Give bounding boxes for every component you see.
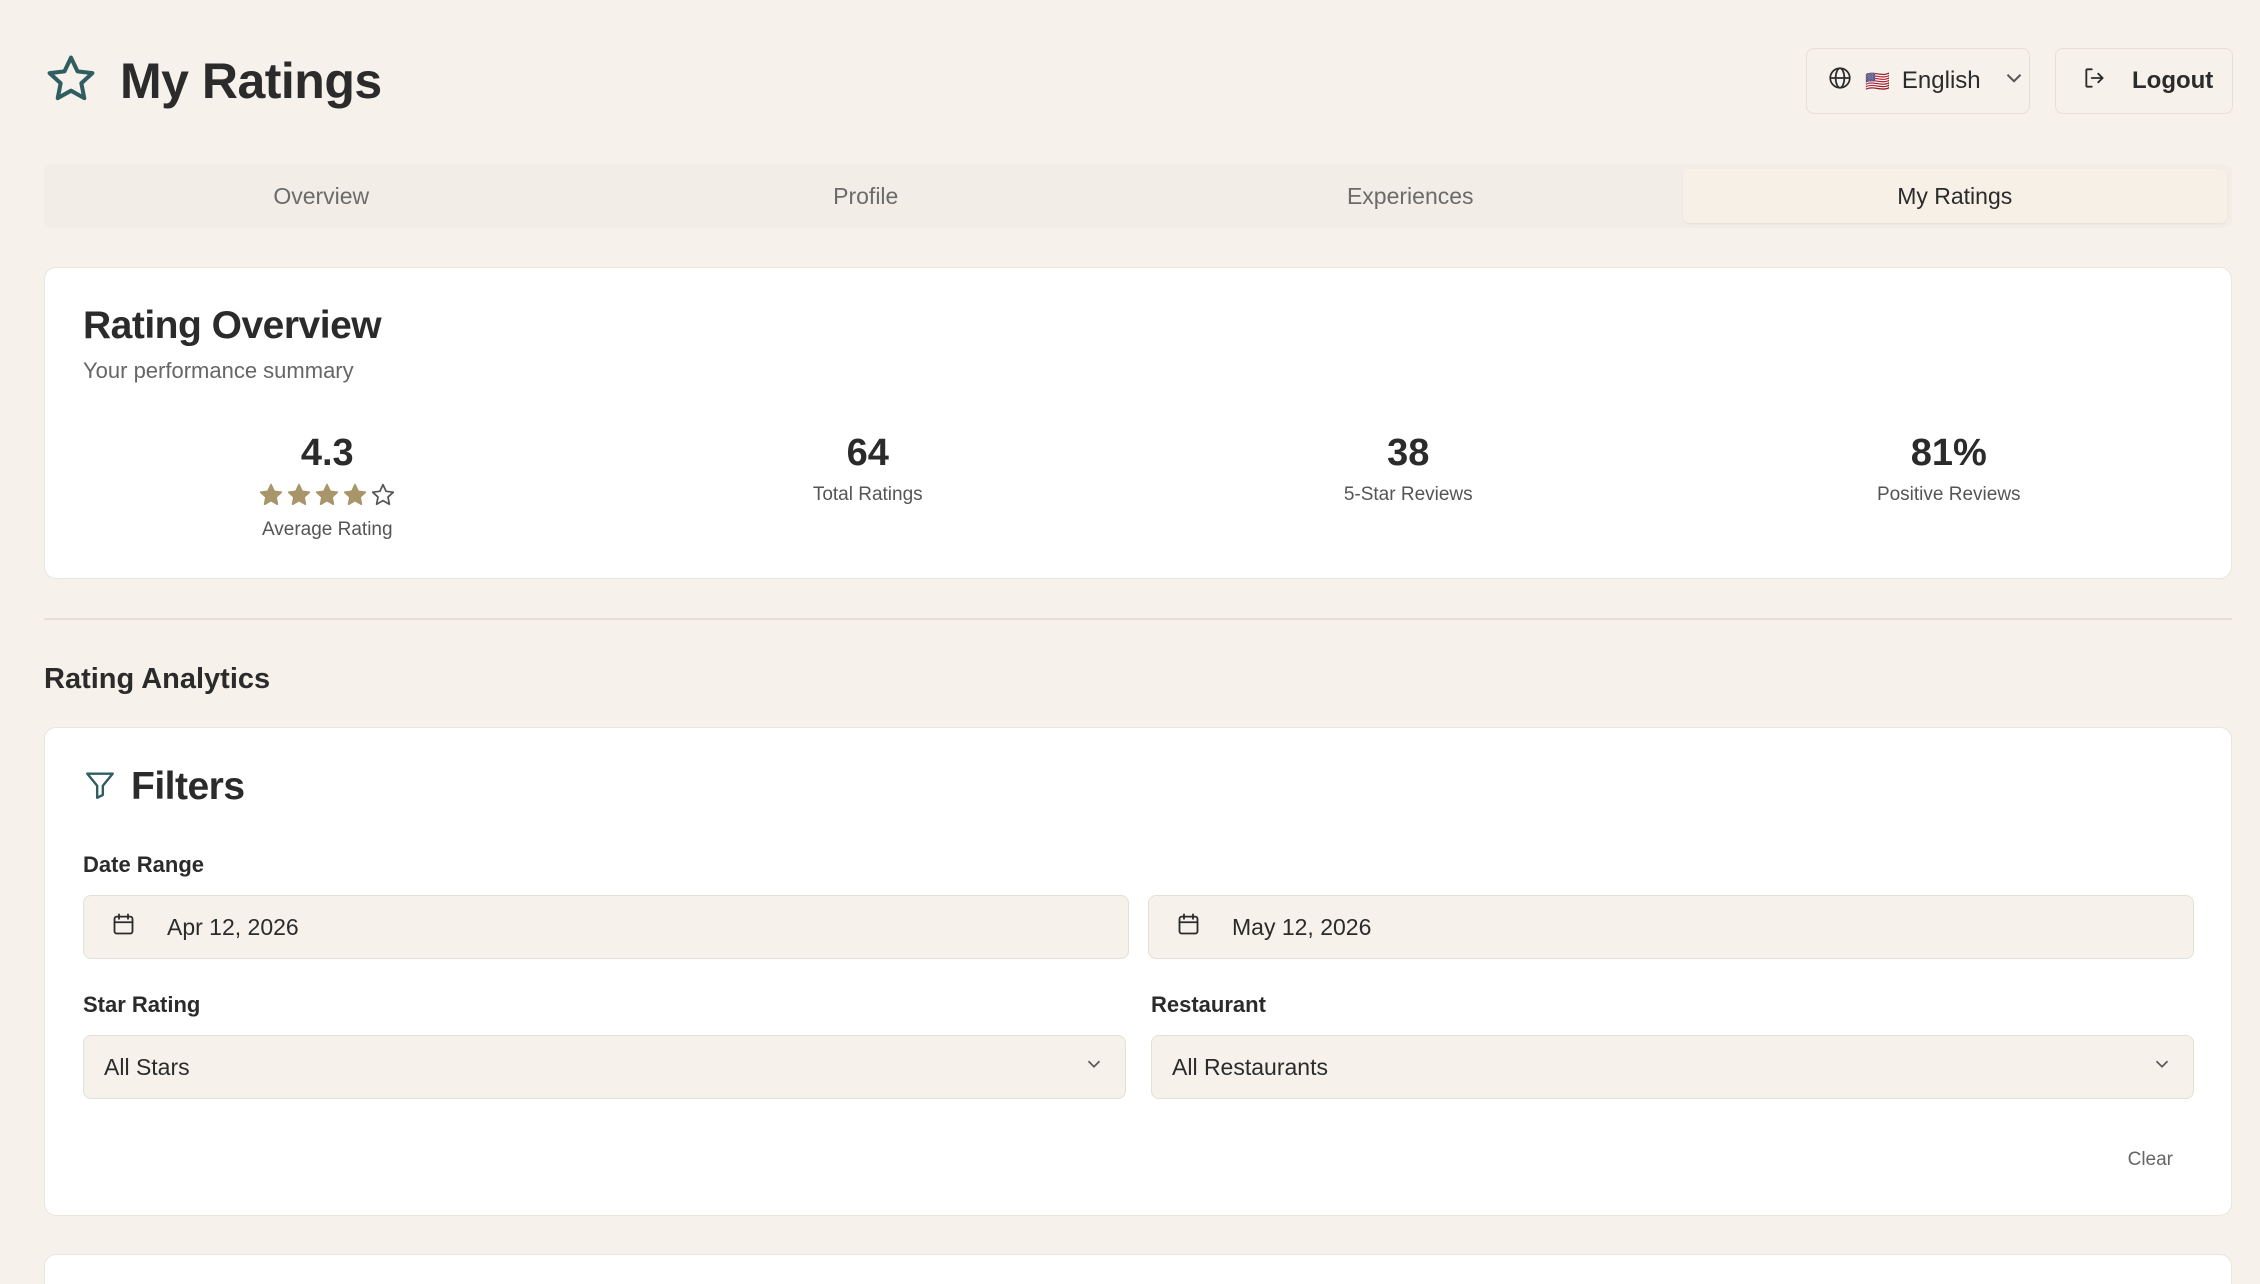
stat-value: 81% bbox=[1910, 432, 1987, 474]
logout-button[interactable]: Logout bbox=[2055, 48, 2233, 114]
star-rating-display bbox=[258, 482, 396, 513]
calendar-icon bbox=[110, 911, 137, 944]
date-to-value: May 12, 2026 bbox=[1232, 913, 1372, 940]
language-selector[interactable]: 🇺🇸 English bbox=[1806, 48, 2030, 114]
star-filled-icon bbox=[258, 482, 284, 513]
star-rating-label: Star Rating bbox=[83, 992, 201, 1017]
chevron-down-icon bbox=[2151, 1053, 2173, 1081]
card-subtitle: Your performance summary bbox=[83, 358, 354, 383]
date-from-input[interactable]: Apr 12, 2026 bbox=[83, 895, 1129, 959]
stat-total-ratings: 64 Total Ratings bbox=[598, 428, 1139, 541]
restaurant-label: Restaurant bbox=[1151, 992, 1266, 1017]
stat-positive-reviews: 81% Positive Reviews bbox=[1679, 428, 2220, 541]
stat-label: 5-Star Reviews bbox=[1343, 484, 1473, 505]
section-divider bbox=[44, 618, 2232, 620]
star-filled-icon bbox=[342, 482, 368, 513]
filter-icon bbox=[83, 768, 117, 807]
stat-value: 64 bbox=[846, 432, 889, 474]
globe-icon bbox=[1827, 65, 1853, 98]
stat-value: 38 bbox=[1387, 432, 1430, 474]
calendar-icon bbox=[1175, 911, 1202, 944]
tab-overview[interactable]: Overview bbox=[49, 169, 594, 223]
restaurant-select[interactable]: All Restaurants bbox=[1151, 1035, 2194, 1099]
star-filled-icon bbox=[286, 482, 312, 513]
star-empty-icon bbox=[370, 482, 396, 513]
flag-icon: 🇺🇸 bbox=[1865, 70, 1890, 93]
star-filled-icon bbox=[314, 482, 340, 513]
filters-header: Filters bbox=[83, 765, 245, 809]
tab-profile[interactable]: Profile bbox=[594, 169, 1139, 223]
logout-label: Logout bbox=[2132, 67, 2214, 94]
restaurant-value: All Restaurants bbox=[1172, 1053, 1328, 1080]
section-title: Rating Analytics bbox=[44, 663, 271, 695]
date-from-value: Apr 12, 2026 bbox=[167, 913, 299, 940]
page-title: My Ratings bbox=[120, 53, 382, 109]
page-header: My Ratings 🇺🇸 English Logout bbox=[44, 48, 2233, 114]
card-title: Rating Overview bbox=[83, 304, 382, 347]
stat-label: Total Ratings bbox=[812, 484, 923, 505]
title-wrap: My Ratings bbox=[44, 52, 382, 111]
chevron-down-icon bbox=[1083, 1053, 1105, 1081]
chevron-down-icon bbox=[2001, 65, 2027, 98]
stat-average-rating: 4.3 Average Rating bbox=[57, 428, 598, 541]
tab-my-ratings[interactable]: My Ratings bbox=[1682, 169, 2227, 223]
stats-row: 4.3 Average Rating 64 Total Ratings 38 5… bbox=[45, 428, 2231, 541]
filters-title: Filters bbox=[131, 765, 245, 808]
header-actions: 🇺🇸 English Logout bbox=[1806, 48, 2233, 114]
tab-experiences[interactable]: Experiences bbox=[1138, 169, 1683, 223]
stat-value: 4.3 bbox=[300, 432, 354, 474]
star-rating-value: All Stars bbox=[104, 1053, 190, 1080]
rating-overview-card: Rating Overview Your performance summary… bbox=[44, 267, 2232, 579]
filters-card: Filters Date Range Apr 12, 2026 May 12, … bbox=[44, 727, 2232, 1216]
stat-label: Average Rating bbox=[261, 519, 393, 540]
next-card bbox=[44, 1254, 2232, 1284]
star-icon bbox=[44, 52, 98, 111]
date-to-input[interactable]: May 12, 2026 bbox=[1148, 895, 2194, 959]
stat-label: Positive Reviews bbox=[1876, 484, 2021, 505]
stat-five-star-reviews: 38 5-Star Reviews bbox=[1138, 428, 1679, 541]
language-label: English bbox=[1901, 67, 1981, 94]
logout-icon bbox=[2082, 65, 2108, 98]
main-tabs: Overview Profile Experiences My Ratings bbox=[44, 164, 2232, 228]
clear-filters-button[interactable]: Clear bbox=[2128, 1149, 2173, 1171]
star-rating-select[interactable]: All Stars bbox=[83, 1035, 1126, 1099]
date-range-label: Date Range bbox=[83, 852, 205, 877]
